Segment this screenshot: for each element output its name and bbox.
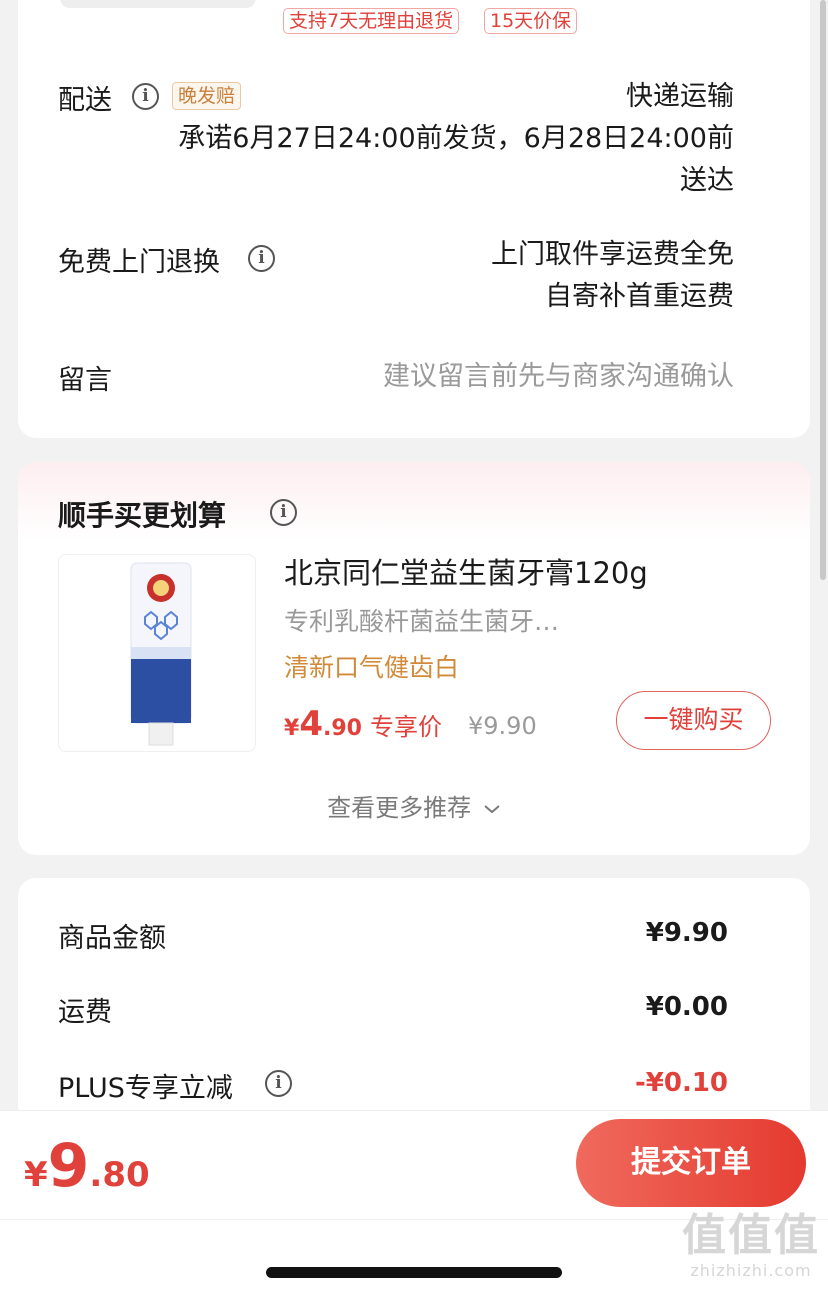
return-service-label: 免费上门退换 (58, 247, 220, 278)
price-integer: 4 (299, 704, 323, 744)
total-decimal: .80 (89, 1155, 150, 1195)
watermark-logo: 值值值 (682, 1210, 820, 1261)
price-decimal: .90 (322, 716, 362, 741)
return-service-line2: 自寄补首重运费 (545, 281, 734, 312)
info-icon[interactable]: i (270, 499, 297, 526)
goods-amount-label: 商品金额 (58, 923, 166, 954)
delivery-label: 配送 (58, 85, 112, 116)
original-price: ¥9.90 (468, 712, 537, 740)
total-symbol: ¥ (24, 1155, 48, 1195)
total-integer: 9 (47, 1131, 90, 1201)
service-tag-return: 支持7天无理由退货 (283, 8, 460, 34)
plus-discount-label: PLUS专享立减 (58, 1073, 233, 1104)
plus-discount-value: -¥0.10 (634, 1068, 728, 1098)
scrollbar[interactable] (820, 0, 826, 580)
see-more-recommend[interactable]: 查看更多推荐 (18, 788, 810, 823)
home-indicator[interactable] (266, 1267, 562, 1278)
info-icon[interactable]: i (248, 245, 275, 272)
one-click-buy-button[interactable]: 一键购买 (616, 691, 771, 750)
service-tag-price-protect: 15天价保 (484, 8, 578, 34)
goods-amount-value: ¥9.90 (645, 918, 728, 948)
info-icon[interactable]: i (265, 1070, 292, 1097)
product-desc: 专利乳酸杆菌益生菌牙… (284, 607, 560, 636)
info-icon[interactable]: i (132, 83, 159, 110)
shipping-fee-value: ¥0.00 (645, 992, 728, 1022)
return-service-line1: 上门取件享运费全免 (491, 239, 734, 270)
top-stub (60, 0, 256, 8)
recommend-card: 顺手买更划算 i 北京同仁堂益生菌牙膏120g 专利乳酸杆菌益生菌牙… 清新口气… (18, 462, 810, 855)
price-tag: 专享价 (369, 713, 442, 741)
message-input[interactable]: 建议留言前先与商家沟通确认 (383, 356, 734, 397)
late-ship-compensation-tag[interactable]: 晚发赔 (172, 82, 242, 110)
delivery-promise-line1: 承诺6月27日24:00前发货，6月28日24:00前 (178, 123, 734, 154)
product-image[interactable] (58, 554, 256, 752)
submit-order-button[interactable]: 提交订单 (576, 1119, 806, 1207)
toothpaste-image (130, 562, 192, 746)
order-info-card: 支持7天无理由退货 15天价保 配送 i 晚发赔 快递运输 承诺6月27日24:… (18, 0, 810, 438)
message-label: 留言 (58, 365, 112, 396)
delivery-promise-line2: 送达 (680, 165, 734, 196)
shipping-fee-label: 运费 (58, 997, 112, 1028)
total-price: ¥9.80 (24, 1131, 150, 1201)
product-name[interactable]: 北京同仁堂益生菌牙膏120g (284, 550, 648, 592)
product-slogan: 清新口气健齿白 (284, 653, 460, 682)
watermark: 值值值 zhizhizhi.com (682, 1210, 820, 1281)
delivery-method[interactable]: 快递运输 (626, 76, 734, 117)
watermark-url: zhizhizhi.com (690, 1261, 812, 1280)
recommend-title: 顺手买更划算 (58, 499, 227, 532)
price-symbol: ¥ (284, 716, 300, 741)
see-more-label: 查看更多推荐 (327, 794, 472, 822)
chevron-down-icon (484, 805, 500, 814)
checkout-bar: ¥9.80 提交订单 值值值 zhizhizhi.com (0, 1110, 828, 1296)
product-price: ¥4.90 专享价 (284, 704, 442, 744)
